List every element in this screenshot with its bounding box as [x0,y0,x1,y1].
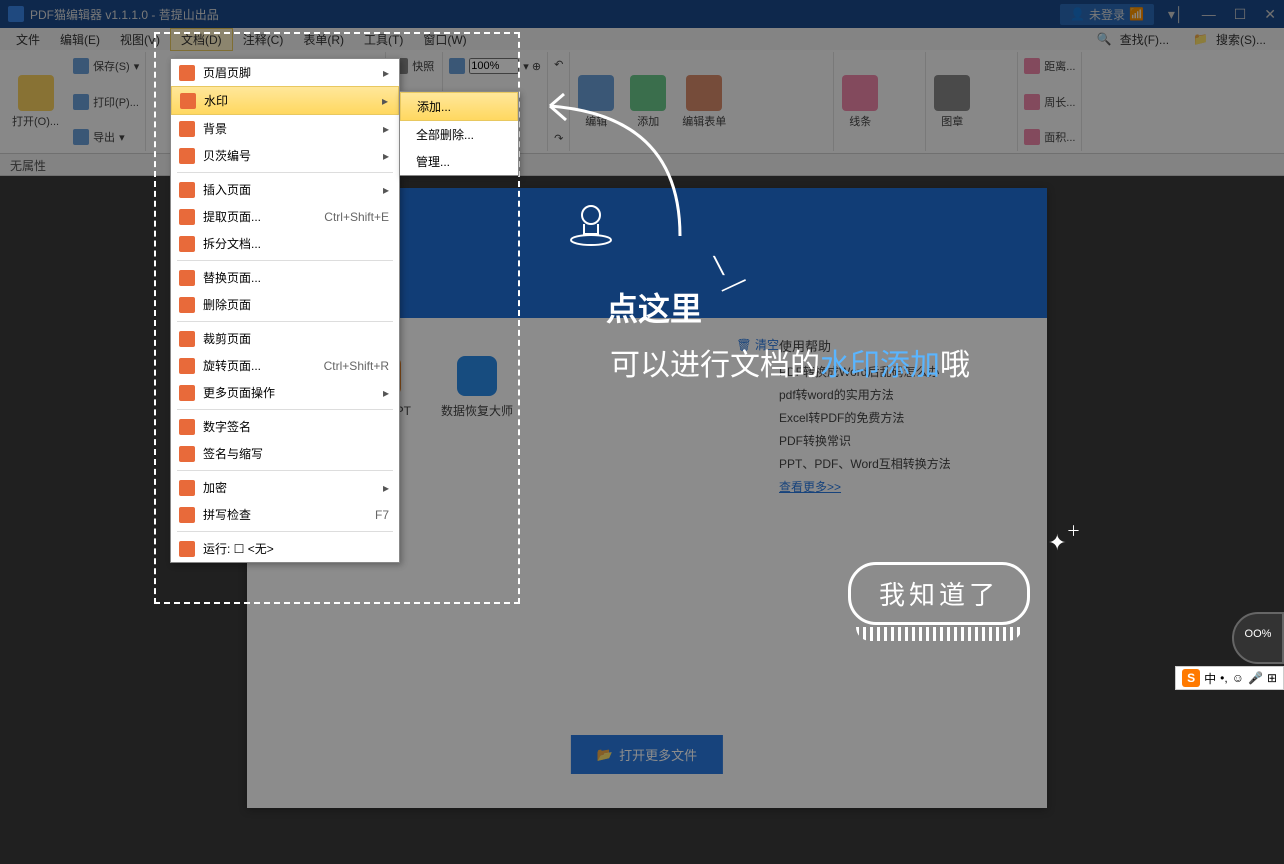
menu-item[interactable]: 插入页面▸ [171,176,399,203]
menu-item[interactable]: 删除页面 [171,291,399,318]
menu-item[interactable]: 贝茨编号▸ [171,142,399,169]
menu-item[interactable]: 裁剪页面 [171,325,399,352]
menu-item[interactable]: 水印▸ [171,86,399,115]
submenu-item[interactable]: 添加... [400,92,518,121]
menu-item[interactable]: 运行: ☐ <无> [171,535,399,562]
menu-item[interactable]: 签名与缩写 [171,440,399,467]
menu-item[interactable]: 提取页面...Ctrl+Shift+E [171,203,399,230]
menu-item[interactable]: 页眉页脚▸ [171,59,399,86]
callout-heading: 点这里 ／ ╲ [606,284,702,330]
ime-widget[interactable]: OO% [1232,612,1284,664]
menu-item[interactable]: 拆分文档... [171,230,399,257]
menu-item[interactable]: 数字签名 [171,413,399,440]
tutorial-arrow [540,86,690,236]
sparkle-icon: ✦＋ [1048,530,1080,556]
ime-bar[interactable]: S中•,☺🎤⊞ [1175,666,1284,690]
menu-item[interactable]: 背景▸ [171,115,399,142]
callout-sub: 可以进行文档的水印添加哦 [610,340,970,384]
watermark-submenu: 添加...全部删除...管理... [399,91,519,176]
submenu-item[interactable]: 管理... [400,148,518,175]
submenu-item[interactable]: 全部删除... [400,121,518,148]
document-menu: 页眉页脚▸水印▸背景▸贝茨编号▸ 插入页面▸提取页面...Ctrl+Shift+E… [170,58,400,563]
menu-item[interactable]: 替换页面... [171,264,399,291]
menu-item[interactable]: 拼写检查F7 [171,501,399,528]
menu-item[interactable]: 加密▸ [171,474,399,501]
got-it-button[interactable]: 我知道了 [848,562,1030,641]
menu-item[interactable]: 更多页面操作▸ [171,379,399,406]
menu-item[interactable]: 旋转页面...Ctrl+Shift+R [171,352,399,379]
